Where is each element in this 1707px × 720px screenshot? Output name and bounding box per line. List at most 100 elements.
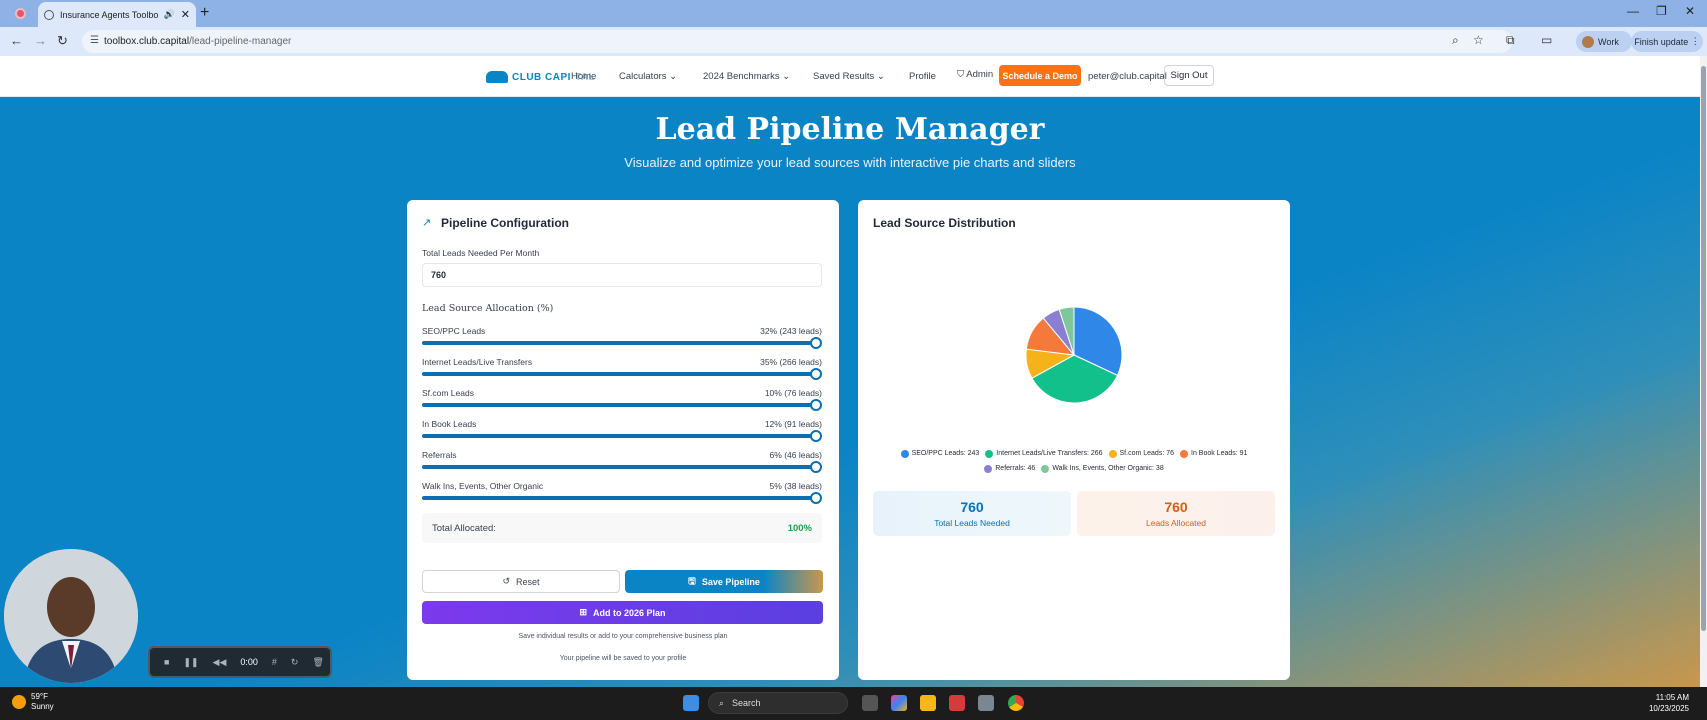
legend-item[interactable]: SEO/PPC Leads: 243: [900, 448, 979, 460]
total-allocated-box: Total Allocated: 100%: [422, 513, 822, 543]
weather-condition: Sunny: [31, 702, 54, 711]
distribution-title: Lead Source Distribution: [873, 216, 1016, 230]
save-pipeline-button[interactable]: 🖫 Save Pipeline: [625, 570, 823, 593]
chrome-icon[interactable]: [1008, 695, 1024, 711]
site-info-icon[interactable]: ☰: [90, 35, 99, 46]
reset-button[interactable]: ↺ Reset: [422, 570, 620, 593]
restart-icon[interactable]: ↻: [291, 657, 299, 668]
slider-handle[interactable]: [810, 430, 822, 442]
slider-track[interactable]: [422, 341, 816, 345]
slider-in-book[interactable]: In Book Leads 12% (91 leads): [422, 419, 822, 449]
nav-home[interactable]: Home: [571, 71, 596, 82]
slider-track[interactable]: [422, 465, 816, 469]
finish-update-button[interactable]: Finish update ⋮: [1631, 31, 1703, 52]
page-title: Lead Pipeline Manager: [655, 112, 1045, 147]
profile-chip[interactable]: Work: [1576, 31, 1632, 52]
slider-label: Sf.com Leads: [422, 388, 474, 398]
nav-benchmarks[interactable]: 2024 Benchmarks ⌄: [703, 71, 790, 82]
tab-title: Insurance Agents Toolbox: [60, 9, 158, 20]
windows-start-icon[interactable]: [683, 695, 699, 711]
scrollbar-thumb[interactable]: [1701, 66, 1706, 631]
taskbar-clock[interactable]: 11:05 AM 10/23/2025: [1649, 692, 1689, 714]
slider-label: Walk Ins, Events, Other Organic: [422, 481, 544, 491]
slider-handle[interactable]: [810, 399, 822, 411]
nav-benchmarks-label: 2024 Benchmarks: [703, 71, 780, 82]
url-field[interactable]: ☰ toolbox.club.capital/lead-pipeline-man…: [82, 30, 1512, 53]
browser-tab[interactable]: Insurance Agents Toolbox 🔊 ✕: [38, 2, 196, 27]
bookmark-star-icon[interactable]: ☆: [1473, 33, 1484, 47]
page-scrollbar[interactable]: [1700, 56, 1707, 687]
trending-up-icon: ↗: [422, 217, 432, 229]
slider-track[interactable]: [422, 403, 816, 407]
site-header: CLUB CAPI TAL Home Calculators ⌄ 2024 Ben…: [0, 56, 1700, 97]
taskbar-search[interactable]: ⌕ Search: [708, 692, 848, 714]
speaker-icon[interactable]: 🔊: [164, 9, 175, 20]
legend-item[interactable]: In Book Leads: 91: [1180, 448, 1247, 460]
nav-admin[interactable]: ⛉ Admin: [957, 69, 993, 80]
slider-value: 5% (38 leads): [769, 481, 822, 491]
legend-label: In Book Leads: 91: [1191, 450, 1248, 457]
close-tab-icon[interactable]: ✕: [181, 8, 190, 21]
slider-value: 10% (76 leads): [764, 388, 822, 398]
windows-taskbar: 59°F Sunny ⌕ Search 11:05 AM 10/23/2025: [0, 687, 1707, 720]
sign-out-button[interactable]: Sign Out: [1164, 65, 1214, 86]
slider-value: 6% (46 leads): [769, 450, 822, 460]
file-explorer-icon[interactable]: [920, 695, 936, 711]
slider-sf-com[interactable]: Sf.com Leads 10% (76 leads): [422, 388, 822, 418]
slider-seo-ppc[interactable]: SEO/PPC Leads 32% (243 leads): [422, 326, 822, 356]
extensions-icon[interactable]: ⧉: [1506, 33, 1515, 48]
reload-icon[interactable]: ↻: [57, 33, 68, 49]
task-view-icon[interactable]: [862, 695, 878, 711]
slider-label: Referrals: [422, 450, 457, 460]
slider-label: Internet Leads/Live Transfers: [422, 357, 533, 367]
slider-handle[interactable]: [810, 492, 822, 504]
schedule-demo-button[interactable]: Schedule a Demo: [999, 65, 1081, 86]
slider-handle[interactable]: [810, 461, 822, 473]
stat-value: 760: [1164, 499, 1188, 515]
nav-saved-results[interactable]: Saved Results ⌄: [813, 71, 885, 82]
slider-handle[interactable]: [810, 368, 822, 380]
rewind-icon[interactable]: ◀◀: [213, 657, 227, 668]
screen-recorder-controls: ■ ❚❚ ◀◀ 0:00 # ↻ 🗑: [148, 646, 332, 678]
side-panel-icon[interactable]: ▭: [1541, 33, 1552, 47]
slider-referrals[interactable]: Referrals 6% (46 leads): [422, 450, 822, 480]
legend-item[interactable]: Sf.com Leads: 76: [1108, 448, 1174, 460]
back-icon[interactable]: ←: [10, 33, 23, 48]
legend-item[interactable]: Internet Leads/Live Transfers: 266: [985, 448, 1103, 460]
stop-icon[interactable]: ■: [164, 657, 169, 667]
legend-swatch: [1180, 450, 1188, 458]
new-tab-button[interactable]: +: [200, 4, 209, 22]
slider-track[interactable]: [422, 372, 816, 376]
clock-date: 10/23/2025: [1648, 704, 1689, 713]
pause-icon[interactable]: ❚❚: [183, 657, 198, 668]
weather-widget[interactable]: 59°F Sunny: [12, 692, 54, 712]
legend-item[interactable]: Walk Ins, Events, Other Organic: 38: [1041, 463, 1164, 475]
zoom-icon[interactable]: ⌕: [1452, 33, 1459, 48]
forward-icon[interactable]: →: [34, 33, 47, 48]
delete-icon[interactable]: 🗑: [312, 657, 323, 668]
globe-icon: [44, 9, 54, 20]
slider-label: SEO/PPC Leads: [422, 326, 486, 336]
total-leads-input[interactable]: 760: [422, 263, 822, 287]
add-to-plan-button[interactable]: ⊞ Add to 2026 Plan: [422, 601, 823, 624]
slider-track[interactable]: [422, 434, 816, 438]
nav-profile[interactable]: Profile: [909, 71, 936, 82]
calculator-icon[interactable]: [978, 695, 994, 711]
restore-button[interactable]: ❐: [1656, 4, 1667, 18]
acrobat-icon[interactable]: [949, 695, 965, 711]
minimize-button[interactable]: —: [1627, 4, 1639, 18]
webcam-overlay: [4, 549, 138, 683]
slider-walk-ins[interactable]: Walk Ins, Events, Other Organic 5% (38 l…: [422, 481, 822, 511]
copilot-icon[interactable]: [891, 695, 907, 711]
slider-handle[interactable]: [810, 337, 822, 349]
save-label: Save Pipeline: [701, 576, 760, 587]
legend-item[interactable]: Referrals: 46: [984, 463, 1035, 475]
grid-icon[interactable]: #: [272, 657, 277, 667]
slider-internet-leads[interactable]: Internet Leads/Live Transfers 35% (266 l…: [422, 357, 822, 387]
recording-indicator-icon: [15, 8, 26, 19]
chevron-down-icon: ⌄: [669, 71, 678, 82]
clock-time: 11:05 AM: [1655, 693, 1689, 702]
close-window-button[interactable]: ✕: [1685, 4, 1695, 18]
nav-calculators[interactable]: Calculators ⌄: [619, 71, 677, 82]
slider-track[interactable]: [422, 496, 816, 500]
